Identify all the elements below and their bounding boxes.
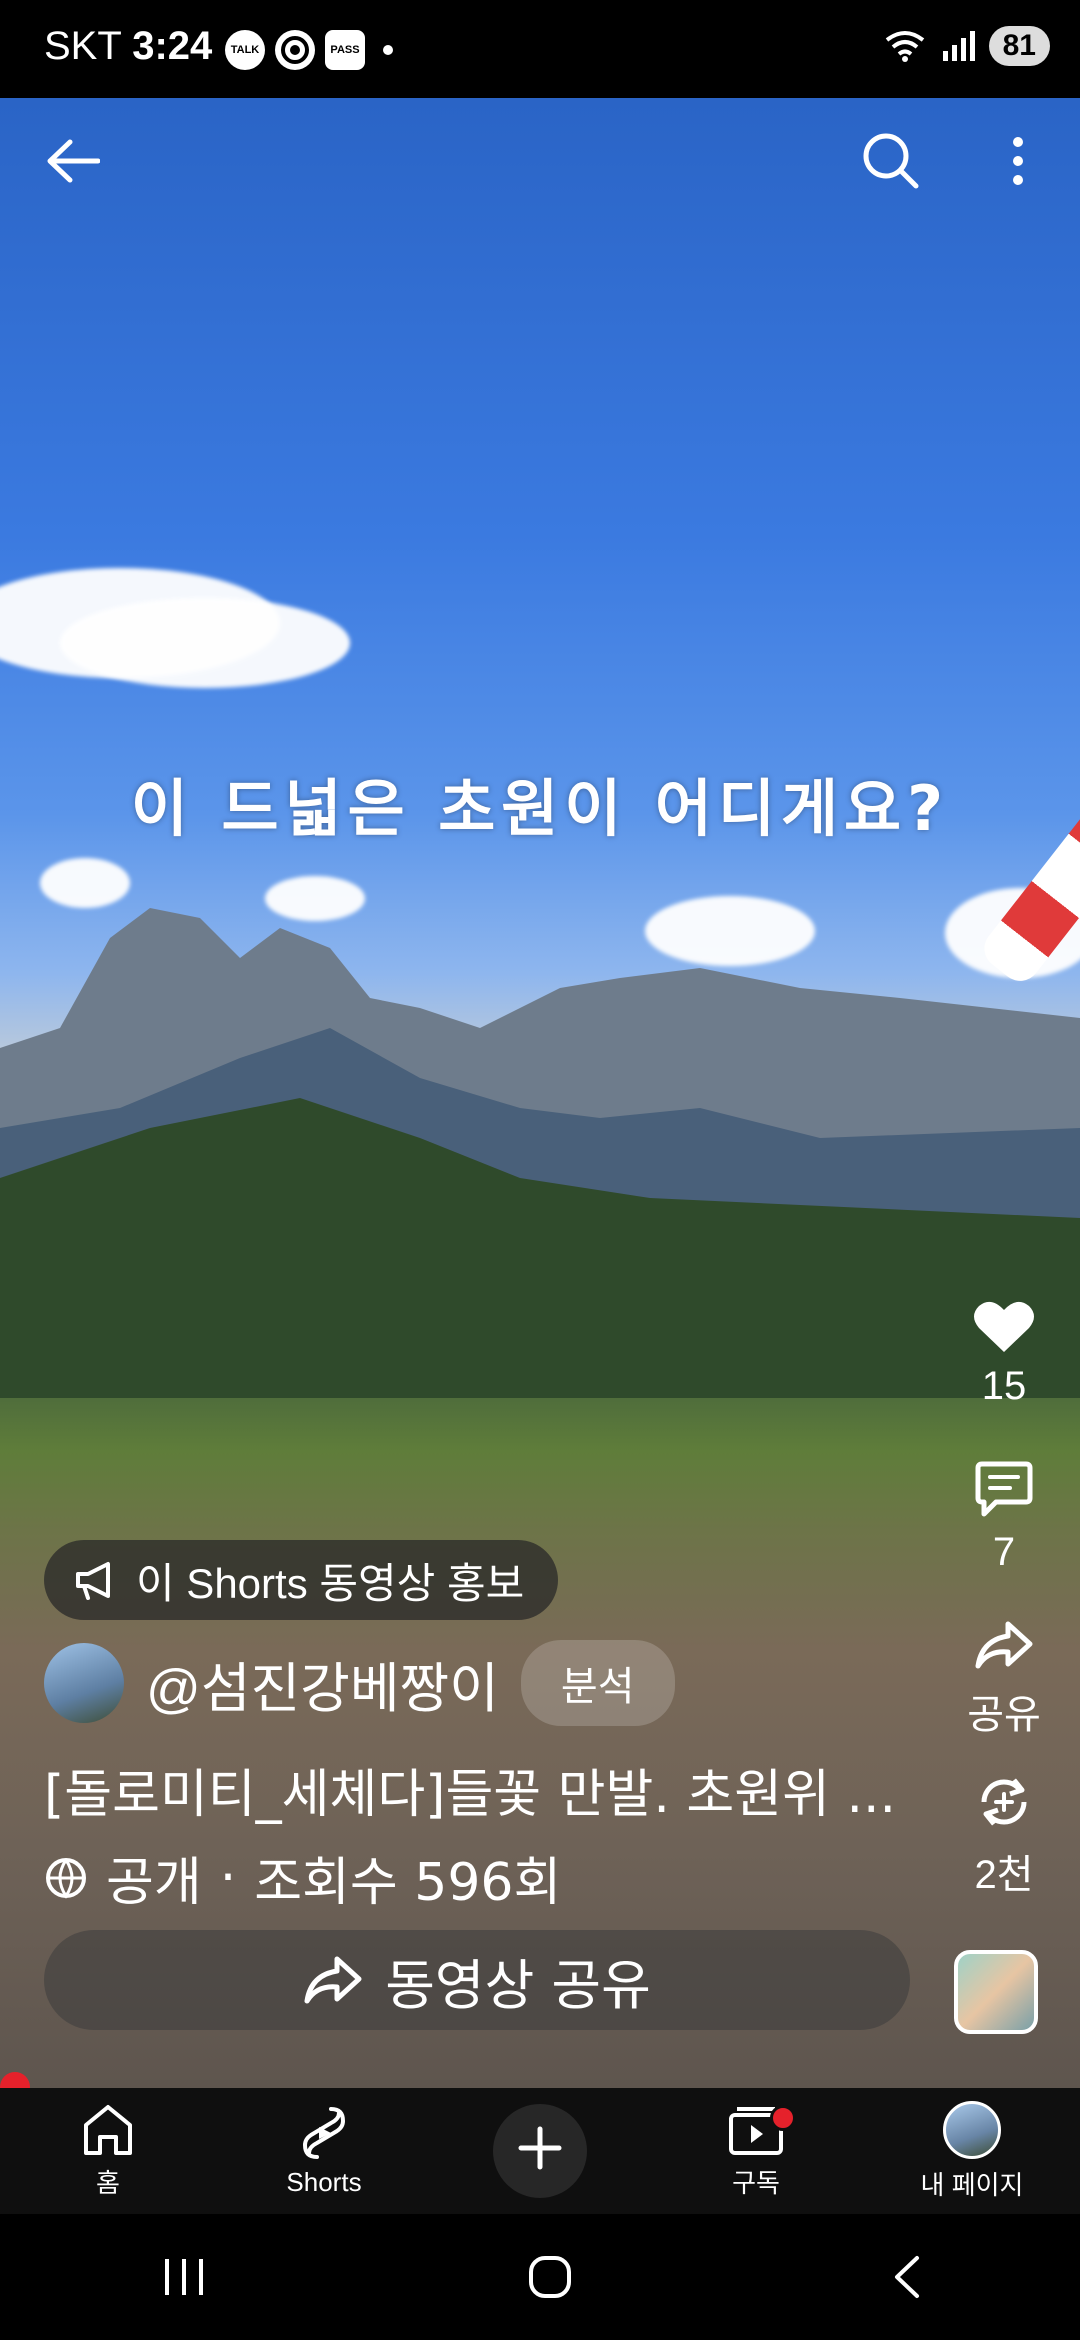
nav-shorts[interactable]: Shorts: [234, 2105, 414, 2198]
status-carrier-time: SKT 3:24: [44, 24, 212, 69]
wifi-icon: [885, 31, 924, 62]
status-time: 3:24: [132, 24, 213, 68]
battery-indicator: 81: [988, 26, 1050, 66]
system-nav-bar: [0, 2214, 1080, 2340]
promote-shorts-button[interactable]: 이 Shorts 동영상 홍보: [44, 1540, 559, 1620]
profile-avatar: [943, 2100, 1001, 2159]
nav-subscriptions-label: 구독: [732, 2167, 780, 2198]
chrome-icon: [275, 30, 315, 70]
share-video-button[interactable]: 동영상 공유: [44, 1930, 910, 2030]
notification-icons: TALK PASS: [225, 30, 393, 70]
video-description[interactable]: [돌로미티_세체다]들꽃 만발. 초원위 ...: [44, 1752, 904, 1827]
meta-separator: ·: [219, 1847, 237, 1908]
back-arrow-icon[interactable]: [46, 138, 100, 184]
remix-icon: [981, 1778, 1027, 1826]
channel-avatar[interactable]: [44, 1643, 124, 1723]
shorts-icon: [302, 2106, 346, 2159]
bottom-nav: 홈 Shorts 구독 내 페이지: [0, 2088, 1080, 2214]
nav-home-label: 홈: [96, 2167, 120, 2198]
home-icon: [84, 2104, 132, 2155]
more-notifications-dot: [383, 45, 393, 55]
nav-create[interactable]: [450, 2104, 630, 2198]
nav-subscriptions[interactable]: 구독: [666, 2103, 846, 2200]
audio-source-thumbnail[interactable]: [954, 1950, 1038, 2034]
like-action[interactable]: 15: [948, 1298, 1060, 1409]
recent-apps-icon[interactable]: [159, 2257, 209, 2297]
heart-icon: [974, 1301, 1034, 1352]
cloud: [60, 598, 350, 688]
share-video-label: 동영상 공유: [385, 1953, 651, 2017]
plus-icon: [518, 2126, 562, 2170]
analysis-button[interactable]: 분석: [520, 1640, 675, 1726]
remix-action[interactable]: 2천: [948, 1772, 1060, 1900]
talk-icon: TALK: [225, 30, 265, 70]
comment-action[interactable]: 7: [948, 1460, 1060, 1575]
channel-handle[interactable]: @섬진강베짱이: [146, 1644, 499, 1723]
share-action[interactable]: 공유: [948, 1618, 1060, 1740]
remix-count: 2천: [974, 1853, 1034, 1897]
signal-icon: [942, 31, 975, 61]
nav-my-page[interactable]: 내 페이지: [882, 2100, 1062, 2202]
status-bar: SKT 3:24 TALK PASS 81: [0, 0, 1080, 98]
subscriptions-badge: [770, 2104, 796, 2131]
comment-count: 7: [992, 1530, 1016, 1574]
create-button[interactable]: [493, 2104, 587, 2198]
share-icon: [975, 1621, 1033, 1669]
megaphone-icon: [76, 1562, 110, 1600]
nav-shorts-label: Shorts: [286, 2166, 362, 2197]
mountain-range: [0, 908, 1080, 1398]
share-arrow-icon: [304, 1956, 362, 2004]
promote-label: 이 Shorts 동영상 홍보: [136, 1559, 525, 1607]
carrier-label: SKT: [44, 24, 122, 68]
pass-icon: PASS: [325, 30, 365, 70]
view-count: 조회수 596회: [254, 1853, 562, 1913]
video-caption-overlay: 이 드넓은 초원이 어디게요?: [130, 772, 950, 845]
globe-icon: [46, 1857, 86, 1899]
nav-my-page-label: 내 페이지: [920, 2169, 1024, 2200]
search-icon[interactable]: [860, 130, 920, 190]
visibility-label: 공개: [106, 1853, 202, 1913]
share-label: 공유: [967, 1693, 1041, 1737]
status-right: 81: [883, 26, 1050, 66]
comment-icon: [975, 1461, 1033, 1517]
nav-home[interactable]: 홈: [18, 2103, 198, 2200]
back-button-icon[interactable]: [891, 2254, 921, 2300]
channel-row: @섬진강베짱이 분석: [44, 1640, 675, 1726]
like-count: 15: [981, 1364, 1027, 1408]
more-options-icon[interactable]: [1008, 136, 1028, 186]
home-button-icon[interactable]: [527, 2254, 573, 2300]
video-meta: 공개 · 조회수 596회: [44, 1840, 561, 1915]
